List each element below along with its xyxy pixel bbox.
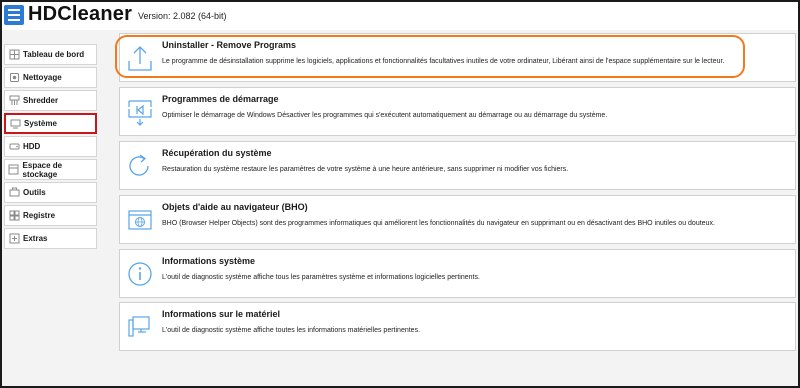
sidebar-item-label: Outils bbox=[23, 188, 46, 197]
card-title: Objets d'aide au navigateur (BHO) bbox=[162, 202, 308, 212]
sidebar-item-label: Extras bbox=[23, 234, 48, 243]
broom-icon bbox=[8, 72, 20, 84]
tools-icon bbox=[8, 187, 20, 199]
sidebar-item-hdd[interactable]: HDD bbox=[4, 136, 97, 157]
card-hardware-info[interactable]: Informations sur le matériel L'outil de … bbox=[119, 302, 796, 351]
shredder-icon bbox=[8, 95, 20, 107]
extras-icon bbox=[8, 233, 20, 245]
card-description: Restauration du système restaure les par… bbox=[162, 166, 569, 173]
sidebar-item-tableau-de-bord[interactable]: Tableau de bord bbox=[4, 44, 97, 65]
sidebar-item-extras[interactable]: Extras bbox=[4, 228, 97, 249]
card-description: L'outil de diagnostic système affiche to… bbox=[162, 274, 480, 281]
highlight-outline bbox=[115, 35, 745, 78]
card-description: Optimiser le démarrage de Windows Désact… bbox=[162, 112, 608, 119]
title-bar: HDCleaner Version: 2.082 (64-bit) bbox=[2, 2, 798, 30]
browser-icon bbox=[125, 203, 155, 237]
sidebar-item-label: Nettoyage bbox=[23, 73, 62, 82]
app-title: HDCleaner bbox=[28, 3, 133, 25]
card-description: BHO (Browser Helper Objects) sont des pr… bbox=[162, 220, 715, 227]
registry-icon bbox=[8, 210, 20, 222]
card-description: L'outil de diagnostic système affiche to… bbox=[162, 327, 421, 334]
sidebar-item-label: Espace de stockage bbox=[22, 160, 63, 179]
home-icon bbox=[8, 49, 20, 61]
storage-icon bbox=[8, 164, 20, 176]
card-bho[interactable]: Objets d'aide au navigateur (BHO) BHO (B… bbox=[119, 195, 796, 244]
sidebar-item-label: HDD bbox=[23, 142, 41, 151]
card-system-info[interactable]: Informations système L'outil de diagnost… bbox=[119, 249, 796, 298]
info-icon bbox=[125, 257, 155, 291]
app-window: HDCleaner Version: 2.082 (64-bit) Tablea… bbox=[0, 0, 800, 388]
sidebar-item-systeme[interactable]: Système bbox=[4, 113, 97, 134]
sidebar-item-outils[interactable]: Outils bbox=[4, 182, 97, 203]
sidebar-item-nettoyage[interactable]: Nettoyage bbox=[4, 67, 97, 88]
sidebar-item-label: Tableau de bord bbox=[23, 50, 85, 59]
card-system-restore[interactable]: Récupération du système Restauration du … bbox=[119, 141, 796, 190]
sidebar-item-registre[interactable]: Registre bbox=[4, 205, 97, 226]
card-title: Informations système bbox=[162, 256, 256, 266]
card-title: Informations sur le matériel bbox=[162, 309, 281, 319]
startup-icon bbox=[125, 95, 155, 129]
hardware-icon bbox=[125, 310, 155, 344]
card-startup-programs[interactable]: Programmes de démarrage Optimiser le dém… bbox=[119, 87, 796, 136]
hdd-icon bbox=[8, 141, 20, 153]
card-title: Programmes de démarrage bbox=[162, 94, 279, 104]
sidebar-item-shredder[interactable]: Shredder bbox=[4, 90, 97, 111]
sidebar-item-label: Système bbox=[24, 119, 57, 128]
sidebar-item-label: Registre bbox=[23, 211, 56, 220]
sidebar-item-espace-de-stockage[interactable]: Espace de stockage bbox=[4, 159, 97, 180]
card-title: Récupération du système bbox=[162, 148, 272, 158]
restore-icon bbox=[125, 149, 155, 183]
system-icon bbox=[9, 118, 21, 130]
sidebar-item-label: Shredder bbox=[23, 96, 59, 105]
hamburger-menu-button[interactable] bbox=[4, 5, 24, 25]
app-version: Version: 2.082 (64-bit) bbox=[138, 11, 227, 21]
